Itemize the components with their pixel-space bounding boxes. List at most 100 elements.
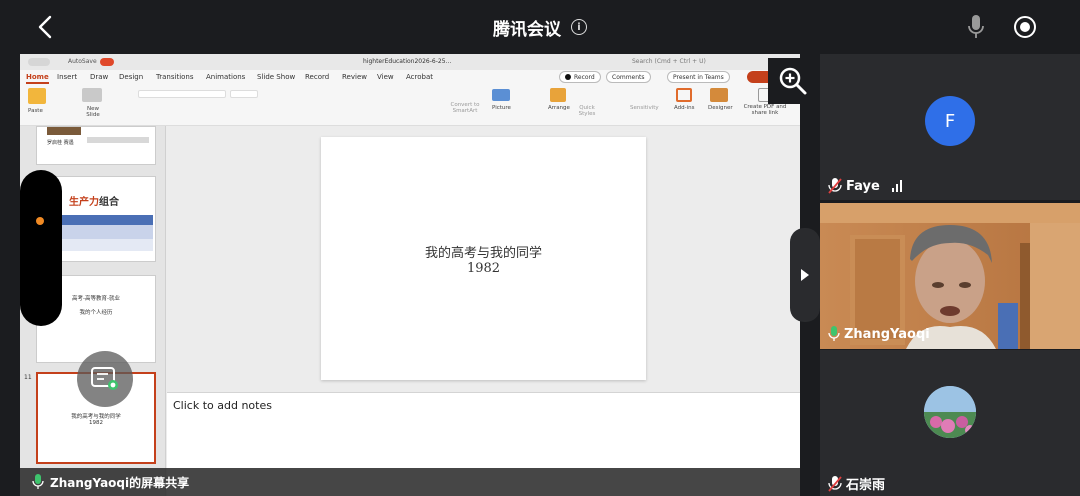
create-pdf-label: Create PDF and share link — [743, 104, 787, 116]
microphone-muted-icon — [828, 178, 842, 194]
add-ins-label: Add-ins — [674, 105, 695, 111]
participant-name-row: ZhangYaoqi — [828, 326, 930, 342]
font-size-select[interactable] — [230, 90, 258, 98]
tab-review[interactable]: Review — [342, 73, 367, 81]
thumbnail-title-red: 生产力 — [69, 197, 99, 208]
autosave-toggle[interactable] — [100, 58, 114, 66]
notification-dot — [36, 217, 44, 225]
search-box[interactable]: Search (Cmd + Ctrl + U) — [632, 58, 706, 65]
participant-name-row: 石崇雨 — [828, 474, 885, 493]
record-dot-icon — [565, 74, 571, 80]
share-status-text: ZhangYaoqi的屏幕共享 — [50, 475, 190, 490]
slide-thumbnail[interactable]: 罗启桂 赛遇 — [36, 126, 156, 165]
mic-button[interactable] — [962, 12, 990, 42]
tab-design[interactable]: Design — [119, 73, 143, 81]
ppt-title-bar: AutoSave highterEducation2026-6-25... Se… — [20, 54, 800, 70]
arrange-icon[interactable] — [550, 88, 566, 102]
picture-label: Picture — [492, 105, 511, 111]
microphone-icon — [32, 474, 44, 489]
paste-icon[interactable] — [28, 88, 46, 104]
microphone-icon — [968, 15, 984, 38]
tab-animations[interactable]: Animations — [206, 73, 245, 81]
participant-video-zhangyaoqi[interactable]: ZhangYaoqi — [820, 203, 1080, 349]
ppt-workspace: 罗启桂 赛遇 生产力组合 高考-高等教育-就业 我的个人经历 11 我的高考与我… — [20, 126, 800, 496]
present-in-teams-label: Present in Teams — [673, 73, 724, 81]
microphone-icon — [828, 326, 840, 341]
tab-draw[interactable]: Draw — [90, 73, 108, 81]
collapse-panel-button[interactable] — [790, 228, 820, 322]
thumbnail-text-line — [87, 137, 149, 143]
avatar-photo — [924, 386, 976, 438]
designer-icon[interactable] — [710, 88, 728, 102]
tab-acrobat[interactable]: Acrobat — [406, 73, 433, 81]
chevron-left-icon — [38, 15, 52, 39]
participant-name: Faye — [846, 178, 880, 194]
thumbnail-line: 我的高考与我的同学 — [71, 414, 121, 420]
tab-home[interactable]: Home — [26, 73, 49, 84]
tab-insert[interactable]: Insert — [57, 73, 77, 81]
record-button[interactable] — [1010, 12, 1040, 42]
share-status-bar: ZhangYaoqi的屏幕共享 — [20, 468, 800, 496]
play-arrow-icon — [801, 269, 809, 281]
tab-slide-show[interactable]: Slide Show — [257, 73, 295, 81]
thumbnail-title: 生产力组合 — [69, 193, 119, 208]
participant-card-faye[interactable]: F Faye — [820, 54, 1080, 200]
meeting-title-group[interactable]: 腾讯会议 i — [493, 15, 587, 40]
participant-card-shichongyu[interactable]: 石崇雨 — [820, 350, 1080, 496]
info-icon[interactable]: i — [571, 19, 587, 35]
signal-strength-icon — [891, 180, 902, 192]
sensitivity-label[interactable]: Sensitivity — [630, 105, 659, 111]
tab-view[interactable]: View — [377, 73, 394, 81]
tab-transitions[interactable]: Transitions — [156, 73, 194, 81]
font-name-select[interactable] — [138, 90, 226, 98]
thumbnail-caption: 罗启桂 赛遇 — [47, 140, 74, 146]
slide-editor: 我的高考与我的同学 1982 — [167, 126, 800, 392]
screen-share-icon — [91, 367, 118, 390]
participant-name: ZhangYaoqi — [844, 326, 930, 342]
thumbnail-photo — [47, 127, 81, 135]
zoom-button[interactable] — [768, 58, 818, 104]
record-action-button[interactable]: Record — [559, 71, 601, 83]
comments-label: Comments — [612, 73, 645, 81]
ribbon-tabs: Home Insert Draw Design Transitions Anim… — [20, 70, 800, 84]
designer-label: Designer — [708, 105, 733, 111]
paste-label: Paste — [28, 108, 43, 114]
present-in-teams-button[interactable]: Present in Teams — [667, 71, 730, 83]
tab-record[interactable]: Record — [305, 73, 329, 81]
picture-icon[interactable] — [492, 89, 510, 101]
arrange-label: Arrange — [548, 105, 570, 111]
meeting-top-bar: 腾讯会议 i — [0, 0, 1080, 54]
shared-screen: AutoSave highterEducation2026-6-25... Se… — [20, 54, 800, 496]
notes-placeholder: Click to add notes — [173, 399, 272, 412]
comments-button[interactable]: Comments — [606, 71, 651, 83]
slide-number: 11 — [24, 374, 32, 381]
back-button[interactable] — [30, 12, 60, 42]
record-icon — [1014, 16, 1036, 38]
avatar — [924, 386, 976, 438]
participant-name-row: Faye — [828, 178, 902, 194]
add-ins-icon[interactable] — [676, 88, 692, 102]
slide-title[interactable]: 我的高考与我的同学 — [425, 242, 542, 261]
avatar-letter: F — [944, 110, 956, 132]
record-action-label: Record — [574, 73, 595, 81]
new-slide-icon[interactable] — [82, 88, 102, 102]
zoom-in-icon — [779, 67, 807, 95]
new-slide-label: New Slide — [86, 106, 100, 118]
avatar: F — [925, 96, 975, 146]
floating-share-button[interactable] — [77, 351, 133, 407]
file-name: highterEducation2026-6-25... — [363, 58, 452, 65]
thumbnail-line: 1982 — [89, 420, 103, 426]
meeting-app: 腾讯会议 i AutoSave highterEducation2026-6-2… — [0, 0, 1080, 496]
side-toolbar-handle[interactable] — [20, 170, 62, 326]
microphone-muted-icon — [828, 475, 842, 492]
slide-subtitle[interactable]: 1982 — [467, 261, 500, 276]
current-slide[interactable]: 我的高考与我的同学 1982 — [321, 137, 646, 380]
quick-styles-label[interactable]: Quick Styles — [576, 105, 598, 117]
ribbon-body: Paste New Slide Convert to SmartArt Pict… — [20, 84, 800, 126]
participant-name: 石崇雨 — [846, 478, 886, 493]
meeting-title: 腾讯会议 — [493, 19, 561, 40]
sidebar-toggle-icon[interactable] — [28, 58, 50, 66]
convert-smartart-label[interactable]: Convert to SmartArt — [450, 102, 480, 114]
thumbnail-title-rest: 组合 — [99, 197, 119, 208]
autosave-label: AutoSave — [68, 58, 97, 65]
